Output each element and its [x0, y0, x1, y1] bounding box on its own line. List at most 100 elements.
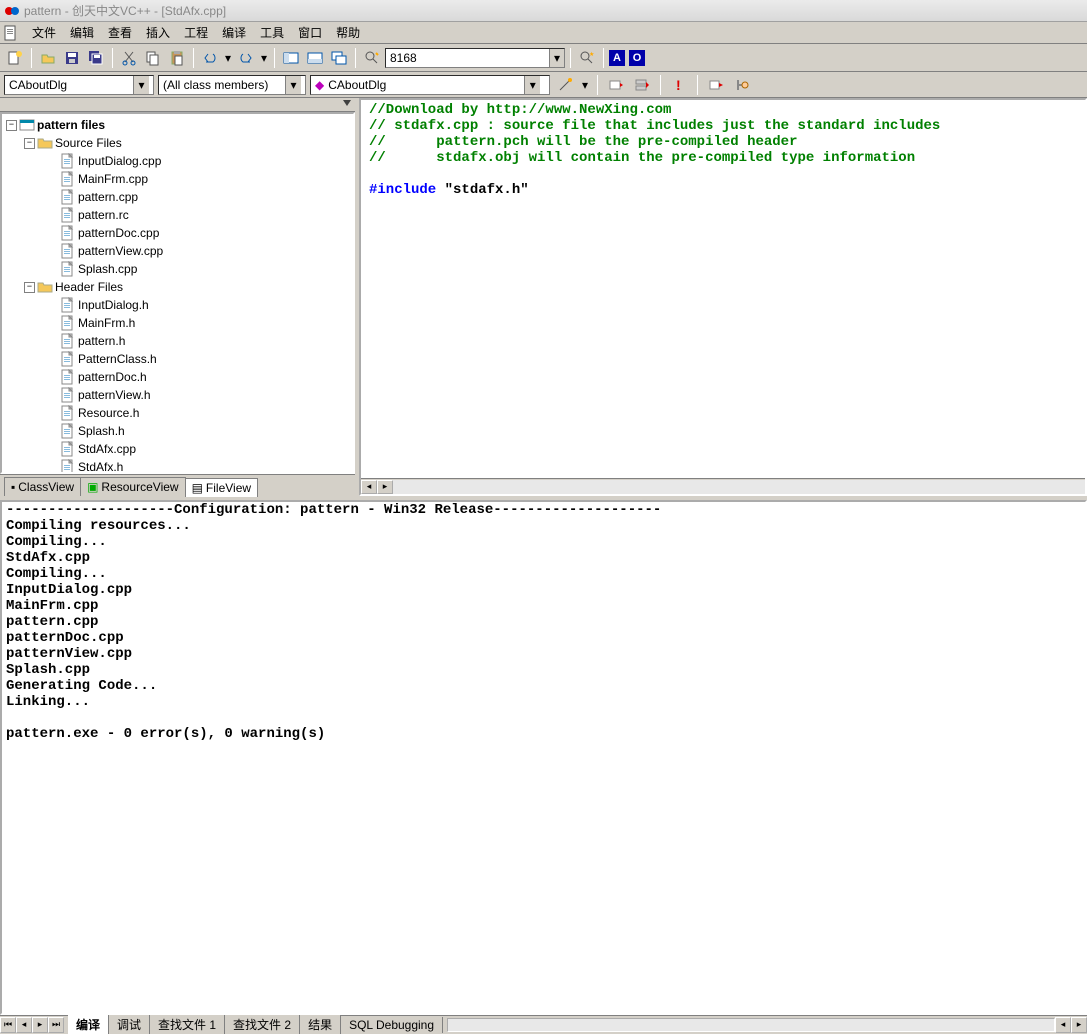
class-combo-input[interactable] — [5, 77, 133, 93]
tree-file-item[interactable]: InputDialog.h — [6, 296, 351, 314]
file-label: pattern.rc — [78, 208, 129, 222]
badge-a[interactable]: A — [609, 50, 625, 66]
tree-file-item[interactable]: patternView.h — [6, 386, 351, 404]
menu-help[interactable]: 帮助 — [330, 22, 366, 43]
function-combo[interactable]: ◆ ▾ — [310, 75, 550, 95]
output-tab-debug[interactable]: 调试 — [109, 1015, 150, 1034]
tree-root-label[interactable]: pattern files — [37, 118, 105, 132]
tab-fileview[interactable]: ▤FileView — [185, 478, 258, 497]
tree-file-item[interactable]: pattern.rc — [6, 206, 351, 224]
window-list-button[interactable] — [328, 47, 350, 69]
output-pane: --------------------Configuration: patte… — [0, 500, 1087, 1033]
compile-button[interactable] — [605, 74, 627, 96]
menu-tools[interactable]: 工具 — [254, 22, 290, 43]
tree-file-item[interactable]: PatternClass.h — [6, 350, 351, 368]
wizard-dropdown[interactable]: ▾ — [580, 74, 590, 96]
undo-dropdown[interactable]: ▾ — [223, 47, 233, 69]
collapse-icon[interactable]: − — [24, 282, 35, 293]
output-tab-sql[interactable]: SQL Debugging — [341, 1017, 443, 1033]
wizard-button[interactable] — [554, 74, 576, 96]
collapse-icon[interactable]: − — [24, 138, 35, 149]
tree-file-item[interactable]: pattern.cpp — [6, 188, 351, 206]
scroll-right-icon[interactable]: ▸ — [377, 480, 393, 494]
tab-first-icon[interactable]: ⏮ — [0, 1017, 16, 1033]
file-icon — [60, 369, 76, 385]
tab-last-icon[interactable]: ⏭ — [48, 1017, 64, 1033]
tree-file-item[interactable]: patternDoc.h — [6, 368, 351, 386]
file-tree[interactable]: − pattern files − Source Files InputDial… — [0, 112, 355, 474]
scroll-left-icon[interactable]: ◂ — [361, 480, 377, 494]
dropdown-icon[interactable]: ▾ — [524, 76, 540, 94]
workspace-icon — [19, 117, 35, 133]
tree-file-item[interactable]: Splash.cpp — [6, 260, 351, 278]
stop-build-button[interactable]: ! — [668, 74, 690, 96]
tree-file-item[interactable]: Splash.h — [6, 422, 351, 440]
output-tab-compile[interactable]: 编译 — [68, 1015, 109, 1034]
code-editor[interactable]: //Download by http://www.NewXing.com // … — [361, 100, 1085, 478]
scroll-right-icon[interactable]: ▸ — [1071, 1017, 1087, 1033]
execute-button[interactable] — [705, 74, 727, 96]
dropdown-icon[interactable]: ▾ — [133, 76, 149, 94]
find-button[interactable] — [361, 47, 383, 69]
cut-button[interactable] — [118, 47, 140, 69]
menu-view[interactable]: 查看 — [102, 22, 138, 43]
tab-resourceview[interactable]: ▣ResourceView — [80, 477, 186, 496]
paste-button[interactable] — [166, 47, 188, 69]
dropdown-icon[interactable]: ▾ — [285, 76, 301, 94]
tab-prev-icon[interactable]: ◂ — [16, 1017, 32, 1033]
tree-file-item[interactable]: MainFrm.cpp — [6, 170, 351, 188]
save-all-button[interactable] — [85, 47, 107, 69]
tab-classview[interactable]: ▪ClassView — [4, 477, 81, 496]
output-button[interactable] — [304, 47, 326, 69]
menu-file[interactable]: 文件 — [26, 22, 62, 43]
tree-file-item[interactable]: patternView.cpp — [6, 242, 351, 260]
menu-compile[interactable]: 编译 — [216, 22, 252, 43]
tree-file-item[interactable]: Resource.h — [6, 404, 351, 422]
tree-file-item[interactable]: MainFrm.h — [6, 314, 351, 332]
build-button[interactable] — [631, 74, 653, 96]
header-folder-label[interactable]: Header Files — [55, 280, 123, 294]
menu-insert[interactable]: 插入 — [140, 22, 176, 43]
pane-grip[interactable] — [0, 98, 355, 112]
new-text-button[interactable] — [4, 47, 26, 69]
output-tab-results[interactable]: 结果 — [300, 1015, 341, 1034]
find-input[interactable] — [386, 50, 549, 66]
file-icon — [60, 387, 76, 403]
class-combo[interactable]: ▾ — [4, 75, 154, 95]
members-combo-input[interactable] — [159, 77, 285, 93]
function-combo-input[interactable] — [324, 77, 524, 93]
tab-next-icon[interactable]: ▸ — [32, 1017, 48, 1033]
redo-button[interactable] — [235, 47, 257, 69]
tree-file-item[interactable]: StdAfx.cpp — [6, 440, 351, 458]
output-text[interactable]: --------------------Configuration: patte… — [0, 500, 1087, 1015]
scroll-left-icon[interactable]: ◂ — [1055, 1017, 1071, 1033]
menu-edit[interactable]: 编辑 — [64, 22, 100, 43]
file-label: patternView.h — [78, 388, 151, 402]
file-label: Splash.h — [78, 424, 125, 438]
undo-button[interactable] — [199, 47, 221, 69]
tree-file-item[interactable]: InputDialog.cpp — [6, 152, 351, 170]
output-tab-find2[interactable]: 查找文件 2 — [225, 1015, 300, 1034]
copy-button[interactable] — [142, 47, 164, 69]
menu-project[interactable]: 工程 — [178, 22, 214, 43]
menu-window[interactable]: 窗口 — [292, 22, 328, 43]
output-tab-find1[interactable]: 查找文件 1 — [150, 1015, 225, 1034]
workspace-button[interactable] — [280, 47, 302, 69]
tree-file-item[interactable]: pattern.h — [6, 332, 351, 350]
go-button[interactable] — [731, 74, 753, 96]
save-button[interactable] — [61, 47, 83, 69]
find-combo[interactable]: ▾ — [385, 48, 565, 68]
source-folder-label[interactable]: Source Files — [55, 136, 122, 150]
editor-hscroll[interactable]: ◂ ▸ — [361, 478, 1085, 494]
collapse-icon[interactable]: − — [6, 120, 17, 131]
members-combo[interactable]: ▾ — [158, 75, 306, 95]
dropdown-icon[interactable]: ▾ — [549, 49, 564, 67]
file-label: MainFrm.cpp — [78, 172, 148, 186]
file-label: PatternClass.h — [78, 352, 157, 366]
badge-o[interactable]: O — [629, 50, 645, 66]
tree-file-item[interactable]: StdAfx.h — [6, 458, 351, 474]
tree-file-item[interactable]: patternDoc.cpp — [6, 224, 351, 242]
redo-dropdown[interactable]: ▾ — [259, 47, 269, 69]
open-button[interactable] — [37, 47, 59, 69]
find-in-files-button[interactable]: ★ — [576, 47, 598, 69]
